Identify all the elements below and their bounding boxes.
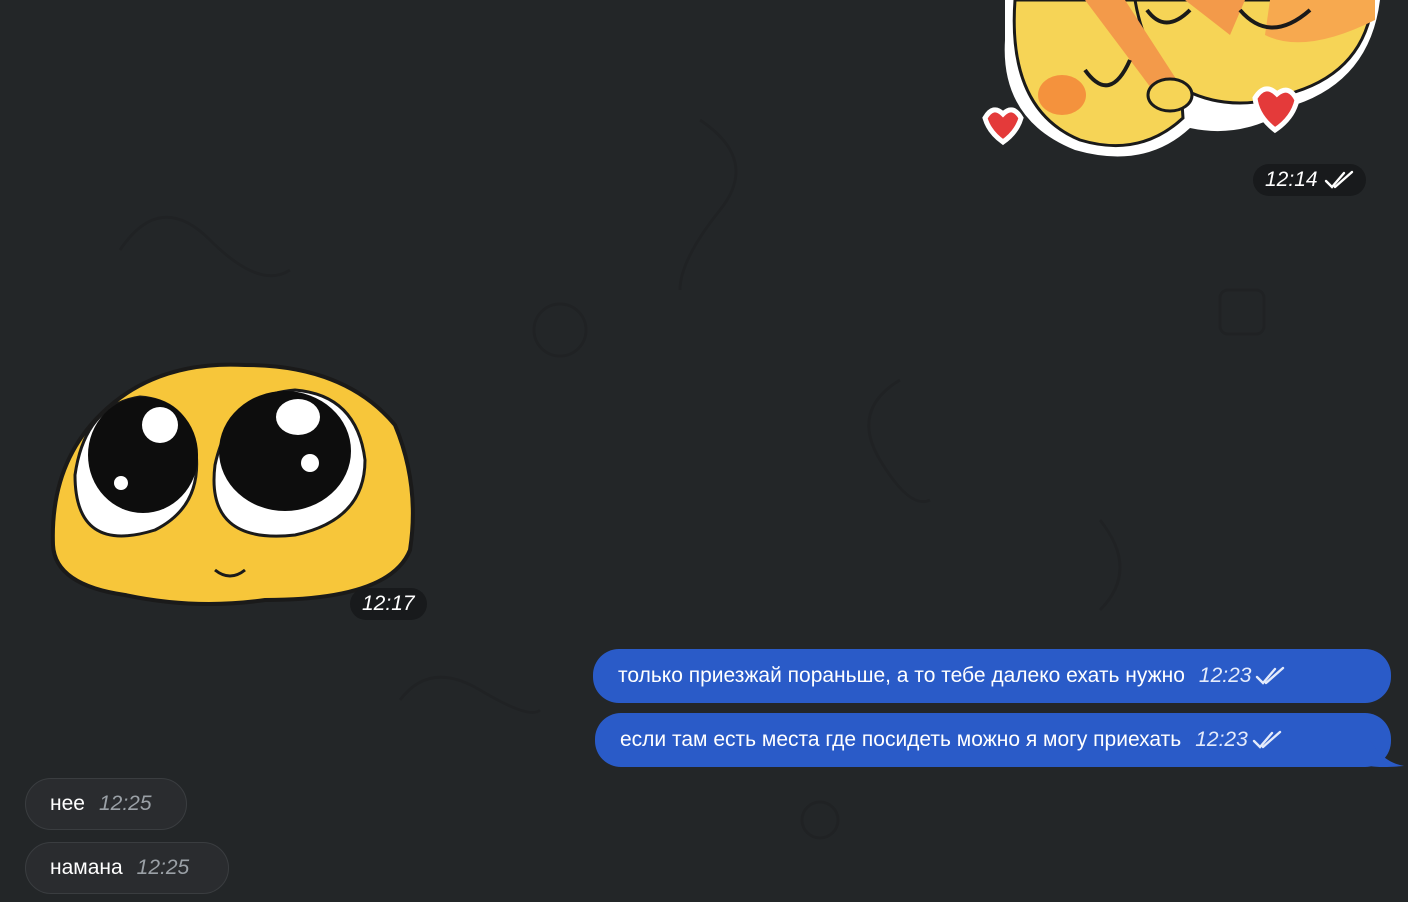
message-time: 12:17 [362,592,415,615]
hug-sticker[interactable] [975,0,1395,165]
outgoing-message[interactable]: если там есть места где посидеть можно я… [595,713,1391,767]
message-time: 12:23 [1195,728,1248,751]
outgoing-message[interactable]: только приезжай пораньше, а то тебе дале… [593,649,1391,703]
sticker-eyes-time: 12:17 [350,588,427,620]
incoming-message[interactable]: нее 12:25 [25,778,187,830]
message-time: 12:25 [98,792,152,815]
message-meta: 12:23 [1199,664,1286,688]
message-time: 12:23 [1198,664,1252,687]
hug-sticker-art [982,0,1380,157]
double-check-icon [1252,730,1281,749]
big-eyes-sticker[interactable] [45,355,420,610]
big-eyes-sticker-art [50,362,415,606]
bubble-tail [1370,740,1404,767]
message-time: 12:25 [136,856,190,879]
message-text: только приезжай пораньше, а то тебе дале… [618,664,1185,687]
message-time: 12:14 [1265,168,1318,191]
message-text: нее [50,792,85,815]
message-meta: 12:23 [1195,728,1282,752]
double-check-icon [1324,170,1353,189]
message-text: если там есть места где посидеть можно я… [620,728,1182,751]
incoming-message[interactable]: намана 12:25 [25,842,229,894]
sticker-hug-time: 12:14 [1253,164,1366,196]
message-text: намана [50,856,123,879]
double-check-icon [1256,666,1285,685]
